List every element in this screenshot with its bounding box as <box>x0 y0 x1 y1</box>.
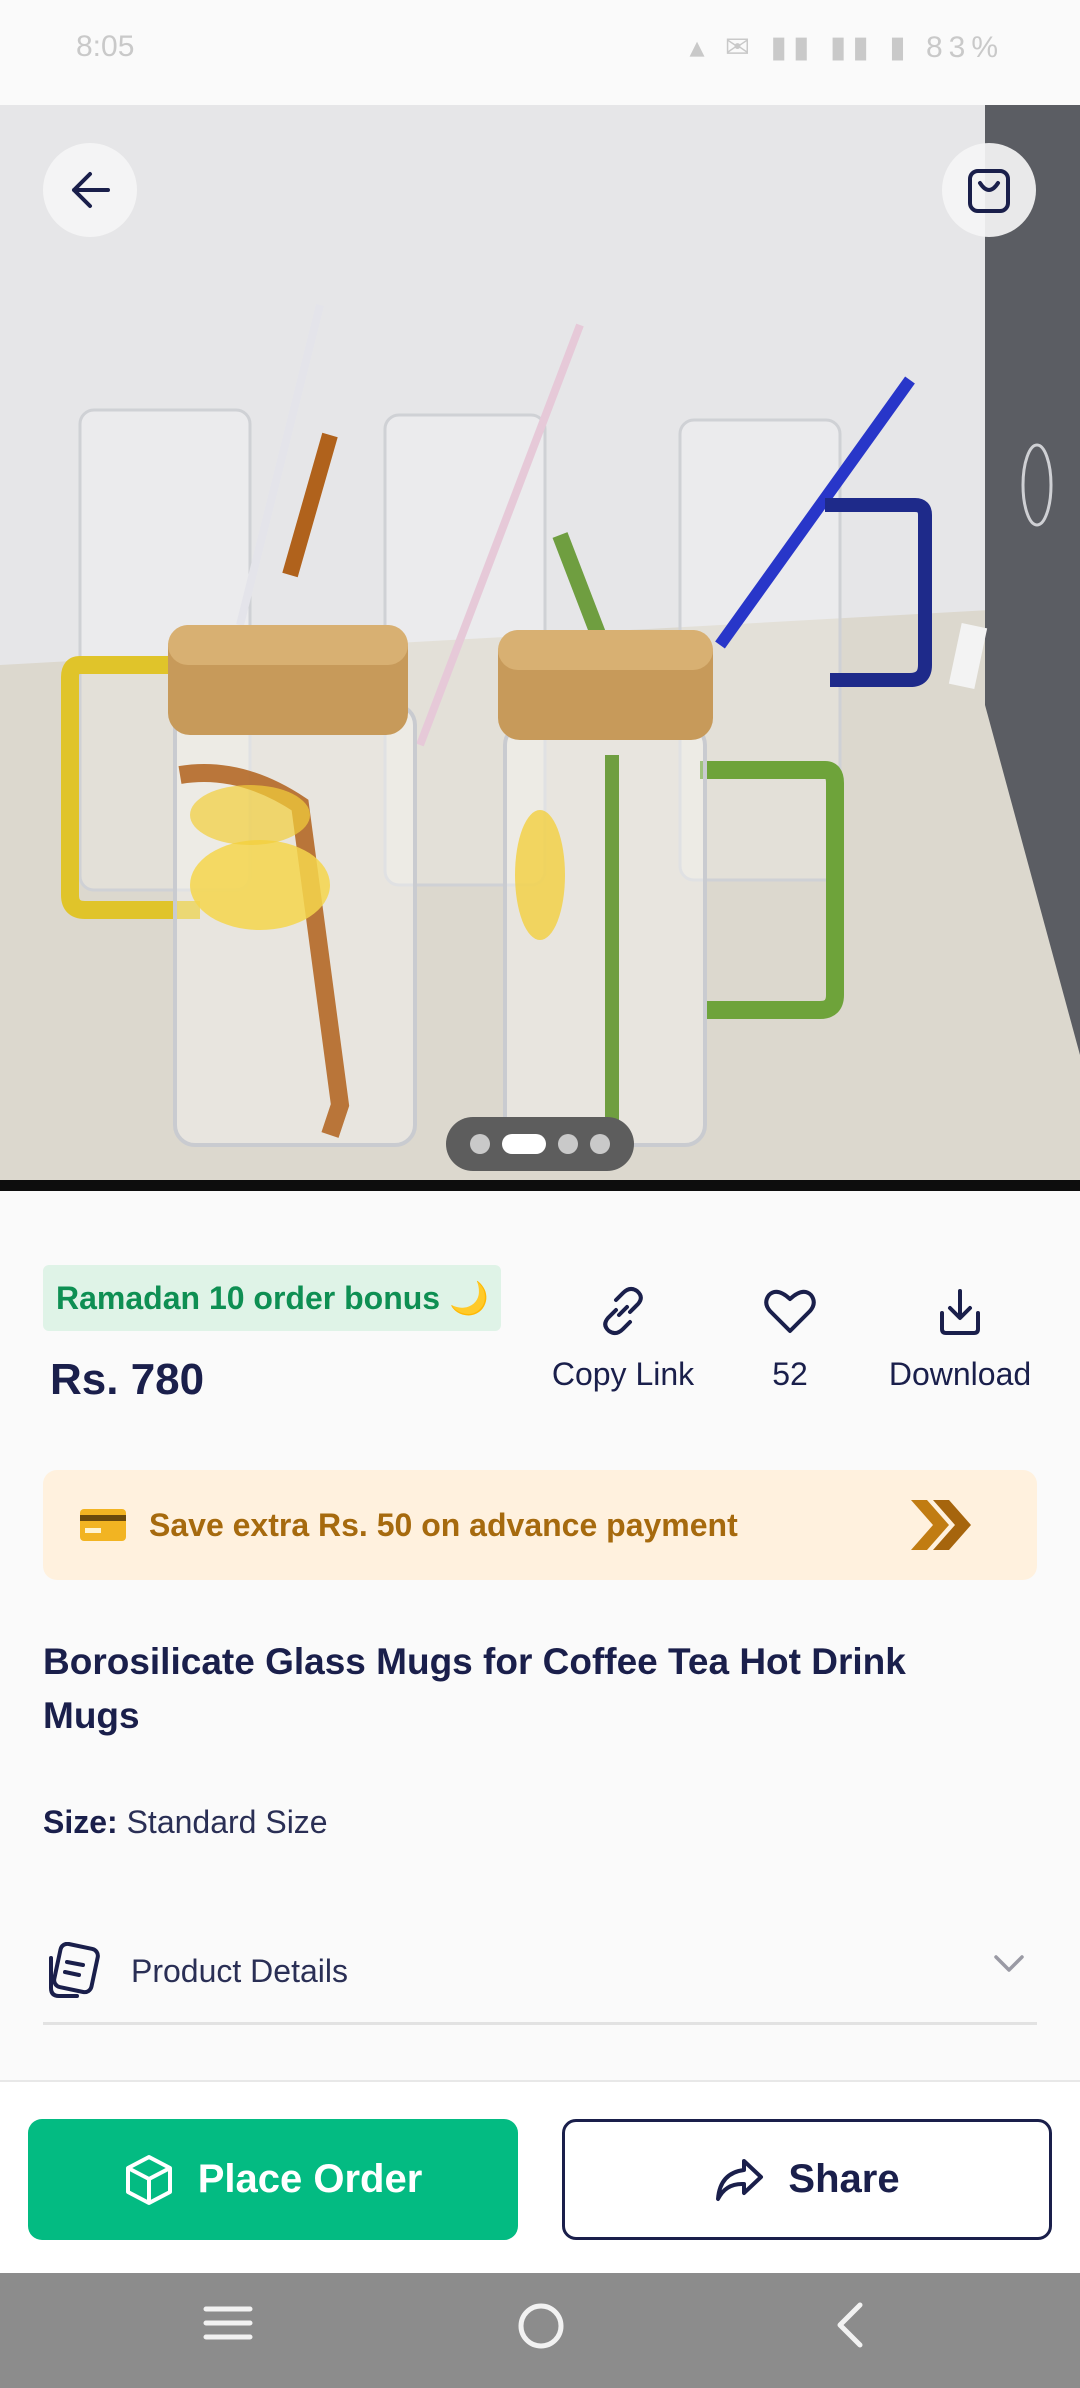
share-arrow-icon <box>716 2158 764 2201</box>
share-button[interactable]: Share <box>562 2119 1052 2240</box>
back-button[interactable] <box>43 143 137 237</box>
download-icon <box>940 1289 980 1335</box>
bonus-badge: Ramadan 10 order bonus 🌙 <box>43 1265 501 1331</box>
product-title: Borosilicate Glass Mugs for Coffee Tea H… <box>43 1641 906 1736</box>
credit-card-icon <box>80 1509 126 1541</box>
download-label: Download <box>888 1356 1032 1392</box>
box-icon <box>125 2154 172 2205</box>
status-indicators: ▴ ✉ ▮▮ ▮▮ ▮ 83% <box>689 31 1004 64</box>
double-chevron-right-icon <box>911 1500 971 1550</box>
recent-apps-icon[interactable] <box>202 2301 254 2345</box>
product-image-gallery[interactable] <box>0 105 1080 1185</box>
gallery-dot[interactable] <box>470 1134 490 1154</box>
product-details-toggle[interactable]: Product Details <box>43 1920 1037 2025</box>
size-value: Standard Size <box>126 1804 328 1840</box>
heart-icon <box>764 1289 816 1333</box>
gallery-dot[interactable] <box>590 1134 610 1154</box>
shopping-bag-icon <box>968 169 1010 213</box>
download-button[interactable]: Download <box>876 1282 1044 1393</box>
place-order-button[interactable]: Place Order <box>28 2119 518 2240</box>
status-time: 8:05 <box>76 30 135 63</box>
gallery-divider <box>0 1180 1080 1191</box>
size-label: Size: <box>43 1804 118 1840</box>
arrow-left-icon <box>72 172 110 208</box>
gallery-dot[interactable] <box>558 1134 578 1154</box>
system-navigation-bar <box>0 2273 1080 2388</box>
status-bar: 8:05 ▴ ✉ ▮▮ ▮▮ ▮ 83% <box>0 0 1080 105</box>
gallery-pagination <box>446 1117 634 1171</box>
like-button[interactable]: 52 <box>740 1282 840 1393</box>
cart-button[interactable] <box>942 143 1036 237</box>
product-details-label: Product Details <box>131 1952 348 1989</box>
copy-link-label: Copy Link <box>551 1356 695 1392</box>
nav-back-icon[interactable] <box>832 2301 866 2349</box>
place-order-label: Place Order <box>197 2157 423 2201</box>
home-icon[interactable] <box>516 2301 566 2351</box>
advance-payment-text: Save extra Rs. 50 on advance payment <box>149 1506 738 1543</box>
document-icon <box>49 1942 100 1998</box>
link-icon <box>603 1286 643 1336</box>
chevron-down-icon <box>994 1955 1024 1972</box>
product-photo <box>0 105 1080 1185</box>
advance-payment-banner[interactable]: Save extra Rs. 50 on advance payment <box>43 1470 1037 1580</box>
share-label: Share <box>788 2157 900 2201</box>
copy-link-button[interactable]: Copy Link <box>540 1282 706 1393</box>
gallery-dot-active[interactable] <box>502 1134 546 1154</box>
size-row: Size: Standard Size <box>43 1804 328 1841</box>
like-count: 52 <box>772 1356 808 1392</box>
product-price: Rs. 780 <box>50 1355 205 1404</box>
